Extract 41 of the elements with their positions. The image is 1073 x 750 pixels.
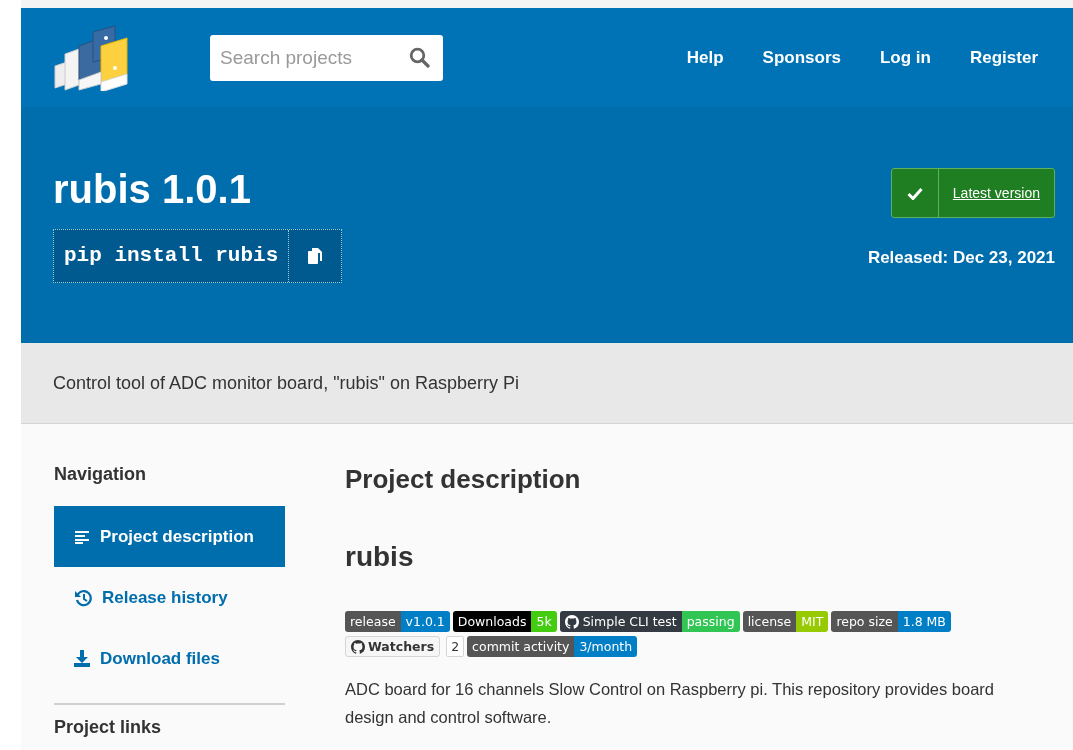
release-date: Released: Dec 23, 2021 bbox=[867, 248, 1055, 268]
nav-link[interactable]: Sponsors bbox=[762, 47, 841, 68]
search-field[interactable]: Search projects bbox=[210, 34, 443, 81]
sidebar-item[interactable]: Release history bbox=[54, 567, 285, 628]
badge-label: Downloads bbox=[452, 611, 532, 632]
badge-label: Simple CLI test bbox=[559, 611, 682, 632]
project-summary: Control tool of ADC monitor board, "rubis" on Raspberry Pi bbox=[53, 372, 519, 394]
badge-label: commit activity bbox=[467, 636, 575, 657]
badge-value: 3/month bbox=[574, 636, 638, 657]
badge-value: v1.0.1 bbox=[400, 611, 450, 632]
latest-version-button[interactable]: Latest version bbox=[890, 168, 1055, 218]
nav-link[interactable]: Register bbox=[969, 47, 1038, 68]
badge-value: passing bbox=[681, 611, 740, 632]
logo-icon[interactable] bbox=[53, 24, 130, 91]
github-icon bbox=[351, 639, 365, 654]
list-icon bbox=[74, 529, 90, 544]
badge-label: repo size bbox=[831, 611, 898, 632]
github-icon bbox=[564, 614, 579, 629]
project-title: rubis 1.0.1 bbox=[53, 169, 252, 209]
section-heading: Project description bbox=[345, 463, 582, 495]
badge-value: 1.8 MB bbox=[897, 611, 951, 632]
nav-link[interactable]: Help bbox=[686, 47, 724, 68]
check-icon bbox=[906, 186, 923, 200]
badge-label: release bbox=[345, 611, 401, 632]
watchers-count: 2 bbox=[446, 636, 465, 657]
copy-icon bbox=[307, 247, 324, 265]
nav-link[interactable]: Log in bbox=[880, 47, 931, 68]
sidebar-item[interactable]: Project description bbox=[54, 506, 285, 567]
sidebar-heading: Navigation bbox=[54, 463, 147, 486]
watchers-button[interactable]: Watchers bbox=[345, 636, 441, 657]
sidebar-heading: Project links bbox=[54, 716, 163, 739]
badge-value: MIT bbox=[796, 611, 829, 632]
sidebar-item[interactable]: Download files bbox=[54, 628, 285, 689]
search-icon[interactable] bbox=[409, 46, 430, 68]
readme-paragraph: ADC board for 16 channels Slow Control on Raspberry pi. This repository provides board design and control software. bbox=[345, 679, 996, 728]
history-icon bbox=[74, 588, 92, 607]
badge-value: 5k bbox=[531, 611, 557, 632]
badge-label: license bbox=[742, 611, 797, 632]
pip-command: pip install rubis bbox=[54, 230, 290, 282]
readme-title: rubis bbox=[345, 540, 415, 574]
download-icon bbox=[74, 650, 90, 667]
